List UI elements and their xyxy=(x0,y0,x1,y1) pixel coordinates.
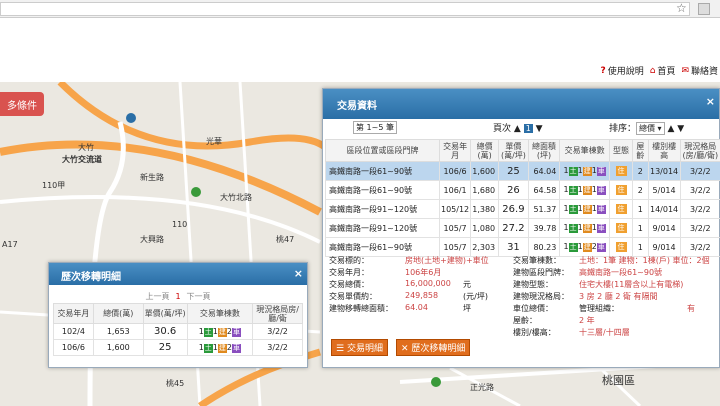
prev-page-icon[interactable]: ▲ xyxy=(514,124,521,134)
contact-link[interactable]: ✉ 聯絡資 xyxy=(681,64,718,78)
help-link[interactable]: ? 使用說明 xyxy=(600,64,643,78)
table-row[interactable]: 高鐵南路一段61~90號 106/1 1,680 26 64.58 1土1建1車住 2 5/0… xyxy=(325,180,720,200)
transaction-table: 區段位置或區段門牌 交易年月 總價(萬) 單價(萬/坪) 總面積(坪) 交易筆棟… xyxy=(325,139,720,257)
prev-page-link[interactable]: 上一頁 xyxy=(145,292,169,301)
history-panel: 歷次移轉明細 × 上一頁 1 下一頁 交易年月 總價(萬) 單價(萬/坪) 交易筆棟… xyxy=(48,262,308,368)
sort-desc-icon[interactable]: ▼ xyxy=(677,124,684,134)
address-bar[interactable] xyxy=(0,2,690,16)
table-header: 區段位置或區段門牌 交易年月 總價(萬) 單價(萬/坪) 總面積(坪) 交易筆棟… xyxy=(325,139,720,162)
map-label: 桃園區 xyxy=(602,374,635,387)
next-page-link[interactable]: 下一頁 xyxy=(187,292,211,301)
table-header: 交易年月 總價(萬) 單價(萬/坪) 交易筆棟數 現況格局房/廳/衛 xyxy=(53,303,303,324)
site-header: ? 使用說明 ⌂ 首頁 ✉ 聯絡資 xyxy=(0,18,720,82)
history-detail-button[interactable]: ✕ 歷次移轉明細 xyxy=(395,339,471,356)
history-pager: 上一頁 1 下一頁 xyxy=(49,291,307,303)
browser-toolbar: ☆ xyxy=(0,0,720,18)
map-label: 光華 xyxy=(206,137,222,146)
close-icon[interactable]: × xyxy=(294,267,303,280)
table-row[interactable]: 高鐵南路一段61~90號 105/7 2,303 31 80.23 1土1建2車住 1 9/0… xyxy=(325,237,720,257)
table-row[interactable]: 高鐵南路一段61~90號 106/6 1,600 25 64.04 1土1建1車住 2 13/… xyxy=(325,161,720,181)
bookmark-star-icon[interactable]: ☆ xyxy=(676,1,687,15)
close-icon[interactable]: × xyxy=(706,95,715,108)
map-label: 大竹 xyxy=(78,143,94,152)
transaction-panel: 交易資料 × 第 1~5 筆 頁次 ▲ 1 ▼ 排序： 總價 ▾ ▲ ▼ 區段位置… xyxy=(322,88,720,368)
map-label: 桃47 xyxy=(276,235,295,244)
map-label: 110甲 xyxy=(42,181,66,190)
history-table: 交易年月 總價(萬) 單價(萬/坪) 交易筆棟數 現況格局房/廳/衛 102/4… xyxy=(53,303,303,356)
map-label: A17 xyxy=(2,240,18,249)
history-title: 歷次移轉明細 × xyxy=(49,263,307,285)
table-row: 102/4 1,653 30.6 1土1建2車 3/2/2 xyxy=(53,323,303,340)
next-page-icon[interactable]: ▼ xyxy=(536,124,543,134)
header-links: ? 使用說明 ⌂ 首頁 ✉ 聯絡資 xyxy=(600,64,718,78)
map-label: 正光路 xyxy=(470,383,494,392)
multi-condition-button[interactable]: 多條件 xyxy=(0,92,44,116)
map-label: 大興路 xyxy=(140,235,164,244)
map-label: 110 xyxy=(172,220,188,229)
map-label: 桃45 xyxy=(166,379,185,388)
sort-select[interactable]: 總價 ▾ xyxy=(636,122,665,135)
page-range-select[interactable]: 第 1~5 筆 xyxy=(353,121,397,134)
extension-icon[interactable] xyxy=(698,3,710,15)
transaction-detail-button[interactable]: ☰ 交易明細 xyxy=(331,339,388,356)
current-page: 1 xyxy=(175,292,181,301)
home-link[interactable]: ⌂ 首頁 xyxy=(649,64,676,78)
table-row: 106/6 1,600 25 1土1建2車 3/2/2 xyxy=(53,339,303,356)
panel-title: 交易資料 × xyxy=(323,89,719,119)
map-label: 新生路 xyxy=(140,173,164,182)
transaction-detail: 交易標的： 房地(土地+建物)+車位 交易筆棟數： 土地：1筆 建物：1棟(戶) 車位… xyxy=(329,256,710,337)
table-row[interactable]: 高鐵南路一段91~120號 105/12 1,380 26.9 51.37 1土1建1車住… xyxy=(325,199,720,219)
sort-asc-icon[interactable]: ▲ xyxy=(667,124,674,134)
panel-controls: 第 1~5 筆 頁次 ▲ 1 ▼ 排序： 總價 ▾ ▲ ▼ xyxy=(323,121,719,135)
map-label: 大竹北路 xyxy=(220,193,252,202)
panel-buttons: ☰ 交易明細 ✕ 歷次移轉明細 xyxy=(331,339,471,356)
table-row[interactable]: 高鐵南路一段91~120號 105/7 1,080 27.2 39.78 1土1建1車住 1… xyxy=(325,218,720,238)
question-icon: ? xyxy=(600,65,606,76)
page-number[interactable]: 1 xyxy=(523,124,533,133)
map-label: 大竹交流道 xyxy=(62,155,102,164)
home-icon: ⌂ xyxy=(649,65,656,76)
mail-icon: ✉ xyxy=(681,65,689,76)
